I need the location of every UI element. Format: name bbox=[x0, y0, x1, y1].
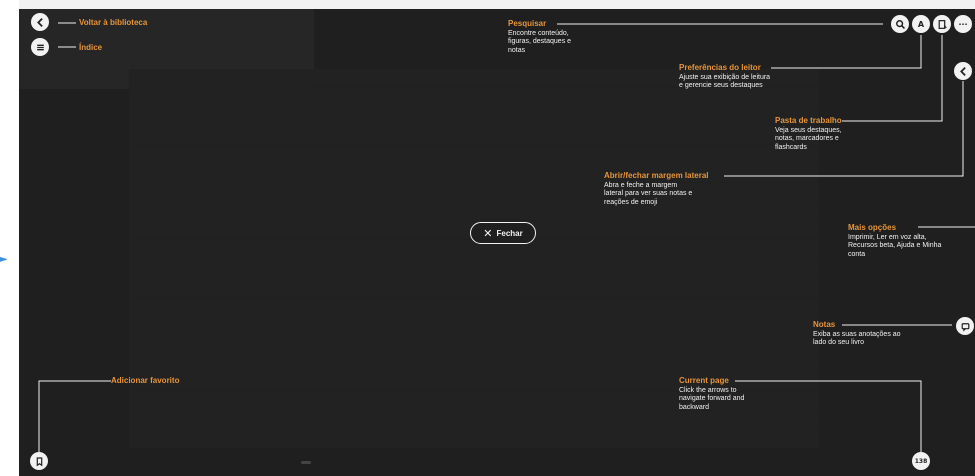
search-description: Encontre conteúdo, figuras, destaques e … bbox=[508, 30, 572, 54]
current-page-description: Click the arrows to navigate forward and… bbox=[679, 387, 745, 411]
more-options-description: Imprimir, Ler em voz alta, Recursos beta… bbox=[848, 234, 942, 258]
search-button[interactable] bbox=[891, 15, 909, 33]
current-page-indicator[interactable]: 138 bbox=[912, 452, 930, 470]
workbook-icon bbox=[938, 19, 947, 29]
reader-preferences-description: Ajuste sua exibição de leitura e gerenci… bbox=[679, 74, 771, 90]
margin-label: Abrir/fechar margem lateral bbox=[604, 171, 709, 180]
index-button[interactable] bbox=[31, 38, 49, 56]
reader-preferences-button[interactable]: A bbox=[912, 15, 930, 33]
search-label: Pesquisar bbox=[508, 19, 547, 28]
back-label: Voltar à biblioteca bbox=[79, 18, 148, 27]
note-icon bbox=[961, 322, 969, 332]
more-options-button[interactable]: ··· bbox=[954, 15, 972, 33]
workbook-label: Pasta de trabalho bbox=[775, 116, 842, 125]
notes-button[interactable] bbox=[956, 317, 974, 335]
chevron-left-icon bbox=[36, 17, 43, 27]
close-icon: ✕ bbox=[483, 226, 493, 240]
bookmark-icon bbox=[36, 456, 42, 466]
close-button[interactable]: ✕ Fechar bbox=[470, 222, 536, 244]
notes-label: Notas bbox=[813, 320, 836, 329]
workbook-description: Veja seus destaques, notas, marcadores e… bbox=[775, 127, 842, 151]
reader-preferences-label: Preferências do leitor bbox=[679, 63, 761, 72]
back-button[interactable] bbox=[31, 13, 49, 31]
search-icon bbox=[895, 19, 905, 29]
chevron-left-icon bbox=[959, 66, 966, 76]
add-bookmark-button[interactable] bbox=[30, 452, 48, 470]
more-options-label: Mais opções bbox=[848, 223, 897, 232]
text-settings-icon: A bbox=[917, 19, 925, 29]
current-page-label: Current page bbox=[679, 376, 729, 385]
favorite-label: Adicionar favorito bbox=[111, 376, 180, 385]
tutorial-overlay: Voltar à biblioteca Índice A ··· Pesquis… bbox=[19, 9, 975, 476]
workbook-button[interactable] bbox=[933, 15, 951, 33]
arrow-right-icon: ► bbox=[0, 254, 8, 265]
page-scroll-handle bbox=[301, 461, 311, 464]
index-label: Índice bbox=[79, 43, 103, 52]
list-icon bbox=[36, 44, 44, 50]
margin-description: Abra e feche a margem lateral para ver s… bbox=[604, 182, 693, 206]
toggle-margin-button[interactable] bbox=[954, 62, 972, 80]
current-page-number: 138 bbox=[914, 457, 928, 465]
page-background-top bbox=[19, 0, 975, 9]
close-button-label: Fechar bbox=[496, 228, 523, 238]
notes-description: Exiba as suas anotações ao lado do seu l… bbox=[813, 331, 901, 347]
more-icon: ··· bbox=[958, 19, 968, 29]
